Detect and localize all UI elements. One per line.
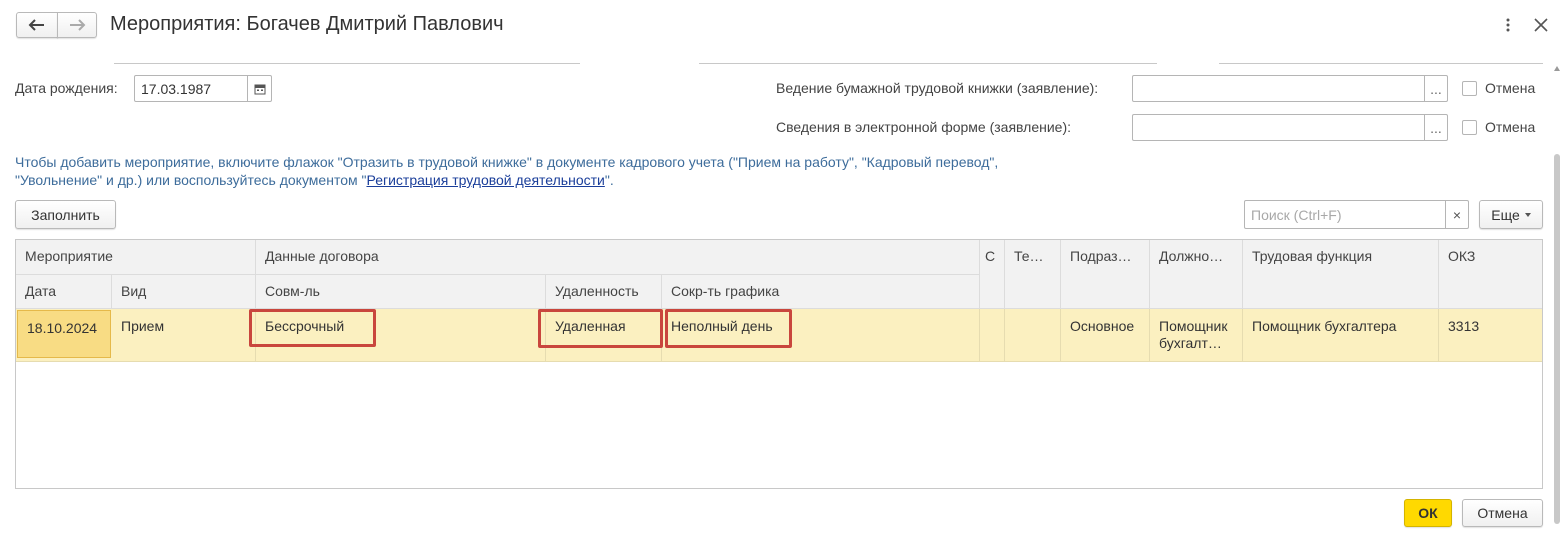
- ok-button[interactable]: ОК: [1404, 499, 1452, 527]
- arrow-right-icon: [70, 19, 86, 31]
- cell-remoteness[interactable]: Удаленная: [546, 309, 662, 361]
- search-clear-button[interactable]: ×: [1445, 200, 1469, 229]
- header-divider-1: [114, 63, 580, 64]
- table-row[interactable]: 18.10.2024 Прием Бессрочный Удаленная Не…: [16, 309, 1542, 362]
- header-divider-3: [1219, 63, 1543, 64]
- close-icon[interactable]: [1532, 16, 1550, 34]
- back-button[interactable]: [16, 12, 58, 38]
- window-title: Мероприятия: Богачев Дмитрий Павлович: [110, 13, 504, 35]
- more-button[interactable]: Еще: [1479, 200, 1543, 229]
- paper-book-cancel-label: Отмена: [1485, 80, 1536, 96]
- cell-date[interactable]: 18.10.2024: [17, 310, 111, 358]
- birth-date-field[interactable]: 17.03.1987: [134, 75, 248, 102]
- chevron-down-icon: [1524, 212, 1531, 217]
- events-table[interactable]: Мероприятие Данные договора С Те… Подраз…: [15, 239, 1543, 489]
- electronic-label: Сведения в электронной форме (заявление)…: [776, 119, 1071, 135]
- cell-subdivision[interactable]: Основное: [1061, 309, 1150, 361]
- paper-book-cancel-checkbox[interactable]: [1462, 81, 1477, 96]
- forward-button[interactable]: [57, 12, 97, 38]
- header-divider-2: [699, 63, 1157, 64]
- header-kind[interactable]: Вид: [112, 275, 256, 309]
- header-date[interactable]: Дата: [16, 275, 112, 309]
- cancel-button[interactable]: Отмена: [1462, 499, 1543, 527]
- cell-reduced-schedule[interactable]: Неполный день: [662, 309, 980, 361]
- calendar-button[interactable]: [247, 75, 272, 102]
- paper-book-select-button[interactable]: ...: [1424, 75, 1448, 102]
- scrollbar[interactable]: [1553, 66, 1561, 524]
- electronic-field[interactable]: [1132, 114, 1425, 141]
- header-event[interactable]: Мероприятие: [16, 240, 256, 275]
- header-labor-function[interactable]: Трудовая функция: [1243, 240, 1439, 309]
- electronic-select-button[interactable]: ...: [1424, 114, 1448, 141]
- fill-button[interactable]: Заполнить: [15, 200, 116, 229]
- cell-col-te[interactable]: [1005, 309, 1061, 361]
- more-vertical-icon[interactable]: [1500, 14, 1516, 36]
- header-reduced-schedule[interactable]: Сокр-ть графика: [662, 275, 980, 309]
- scroll-up-arrow-icon[interactable]: [1554, 66, 1560, 71]
- paper-book-field[interactable]: [1132, 75, 1425, 102]
- scrollbar-thumb[interactable]: [1554, 154, 1560, 524]
- info-text-line2: "Увольнение" и др.) или воспользуйтесь д…: [15, 172, 614, 188]
- header-okz[interactable]: ОКЗ: [1439, 240, 1542, 309]
- cell-position[interactable]: Помощник бухгалт…: [1150, 309, 1243, 361]
- header-col-c[interactable]: С: [980, 240, 1005, 309]
- calendar-icon: [254, 84, 265, 94]
- search-input[interactable]: Поиск (Ctrl+F): [1244, 200, 1446, 229]
- paper-book-label: Ведение бумажной трудовой книжки (заявле…: [776, 80, 1099, 96]
- info-text-line1: Чтобы добавить мероприятие, включите фла…: [15, 154, 999, 170]
- birth-date-label: Дата рождения:: [15, 80, 118, 96]
- cell-combination[interactable]: Бессрочный: [256, 309, 546, 361]
- header-combination[interactable]: Совм-ль: [256, 275, 546, 309]
- electronic-cancel-checkbox[interactable]: [1462, 120, 1477, 135]
- electronic-cancel-label: Отмена: [1485, 119, 1536, 135]
- cell-col-c[interactable]: [980, 309, 1005, 361]
- cell-labor-function[interactable]: Помощник бухгалтера: [1243, 309, 1439, 361]
- cell-kind[interactable]: Прием: [112, 309, 256, 361]
- header-position[interactable]: Должно…: [1150, 240, 1243, 309]
- birth-date-value: 17.03.1987: [141, 80, 212, 97]
- arrow-left-icon: [28, 19, 44, 31]
- header-subdivision[interactable]: Подраз…: [1061, 240, 1150, 309]
- header-col-te[interactable]: Те…: [1005, 240, 1061, 309]
- info-text: Чтобы добавить мероприятие, включите фла…: [15, 153, 1115, 189]
- search-placeholder: Поиск (Ctrl+F): [1251, 206, 1342, 223]
- header-remoteness[interactable]: Удаленность: [546, 275, 662, 309]
- header-contract[interactable]: Данные договора: [256, 240, 980, 275]
- registration-document-link[interactable]: Регистрация трудовой деятельности: [366, 172, 604, 188]
- more-button-label: Еще: [1491, 206, 1520, 223]
- cell-okz[interactable]: 3313: [1439, 309, 1542, 361]
